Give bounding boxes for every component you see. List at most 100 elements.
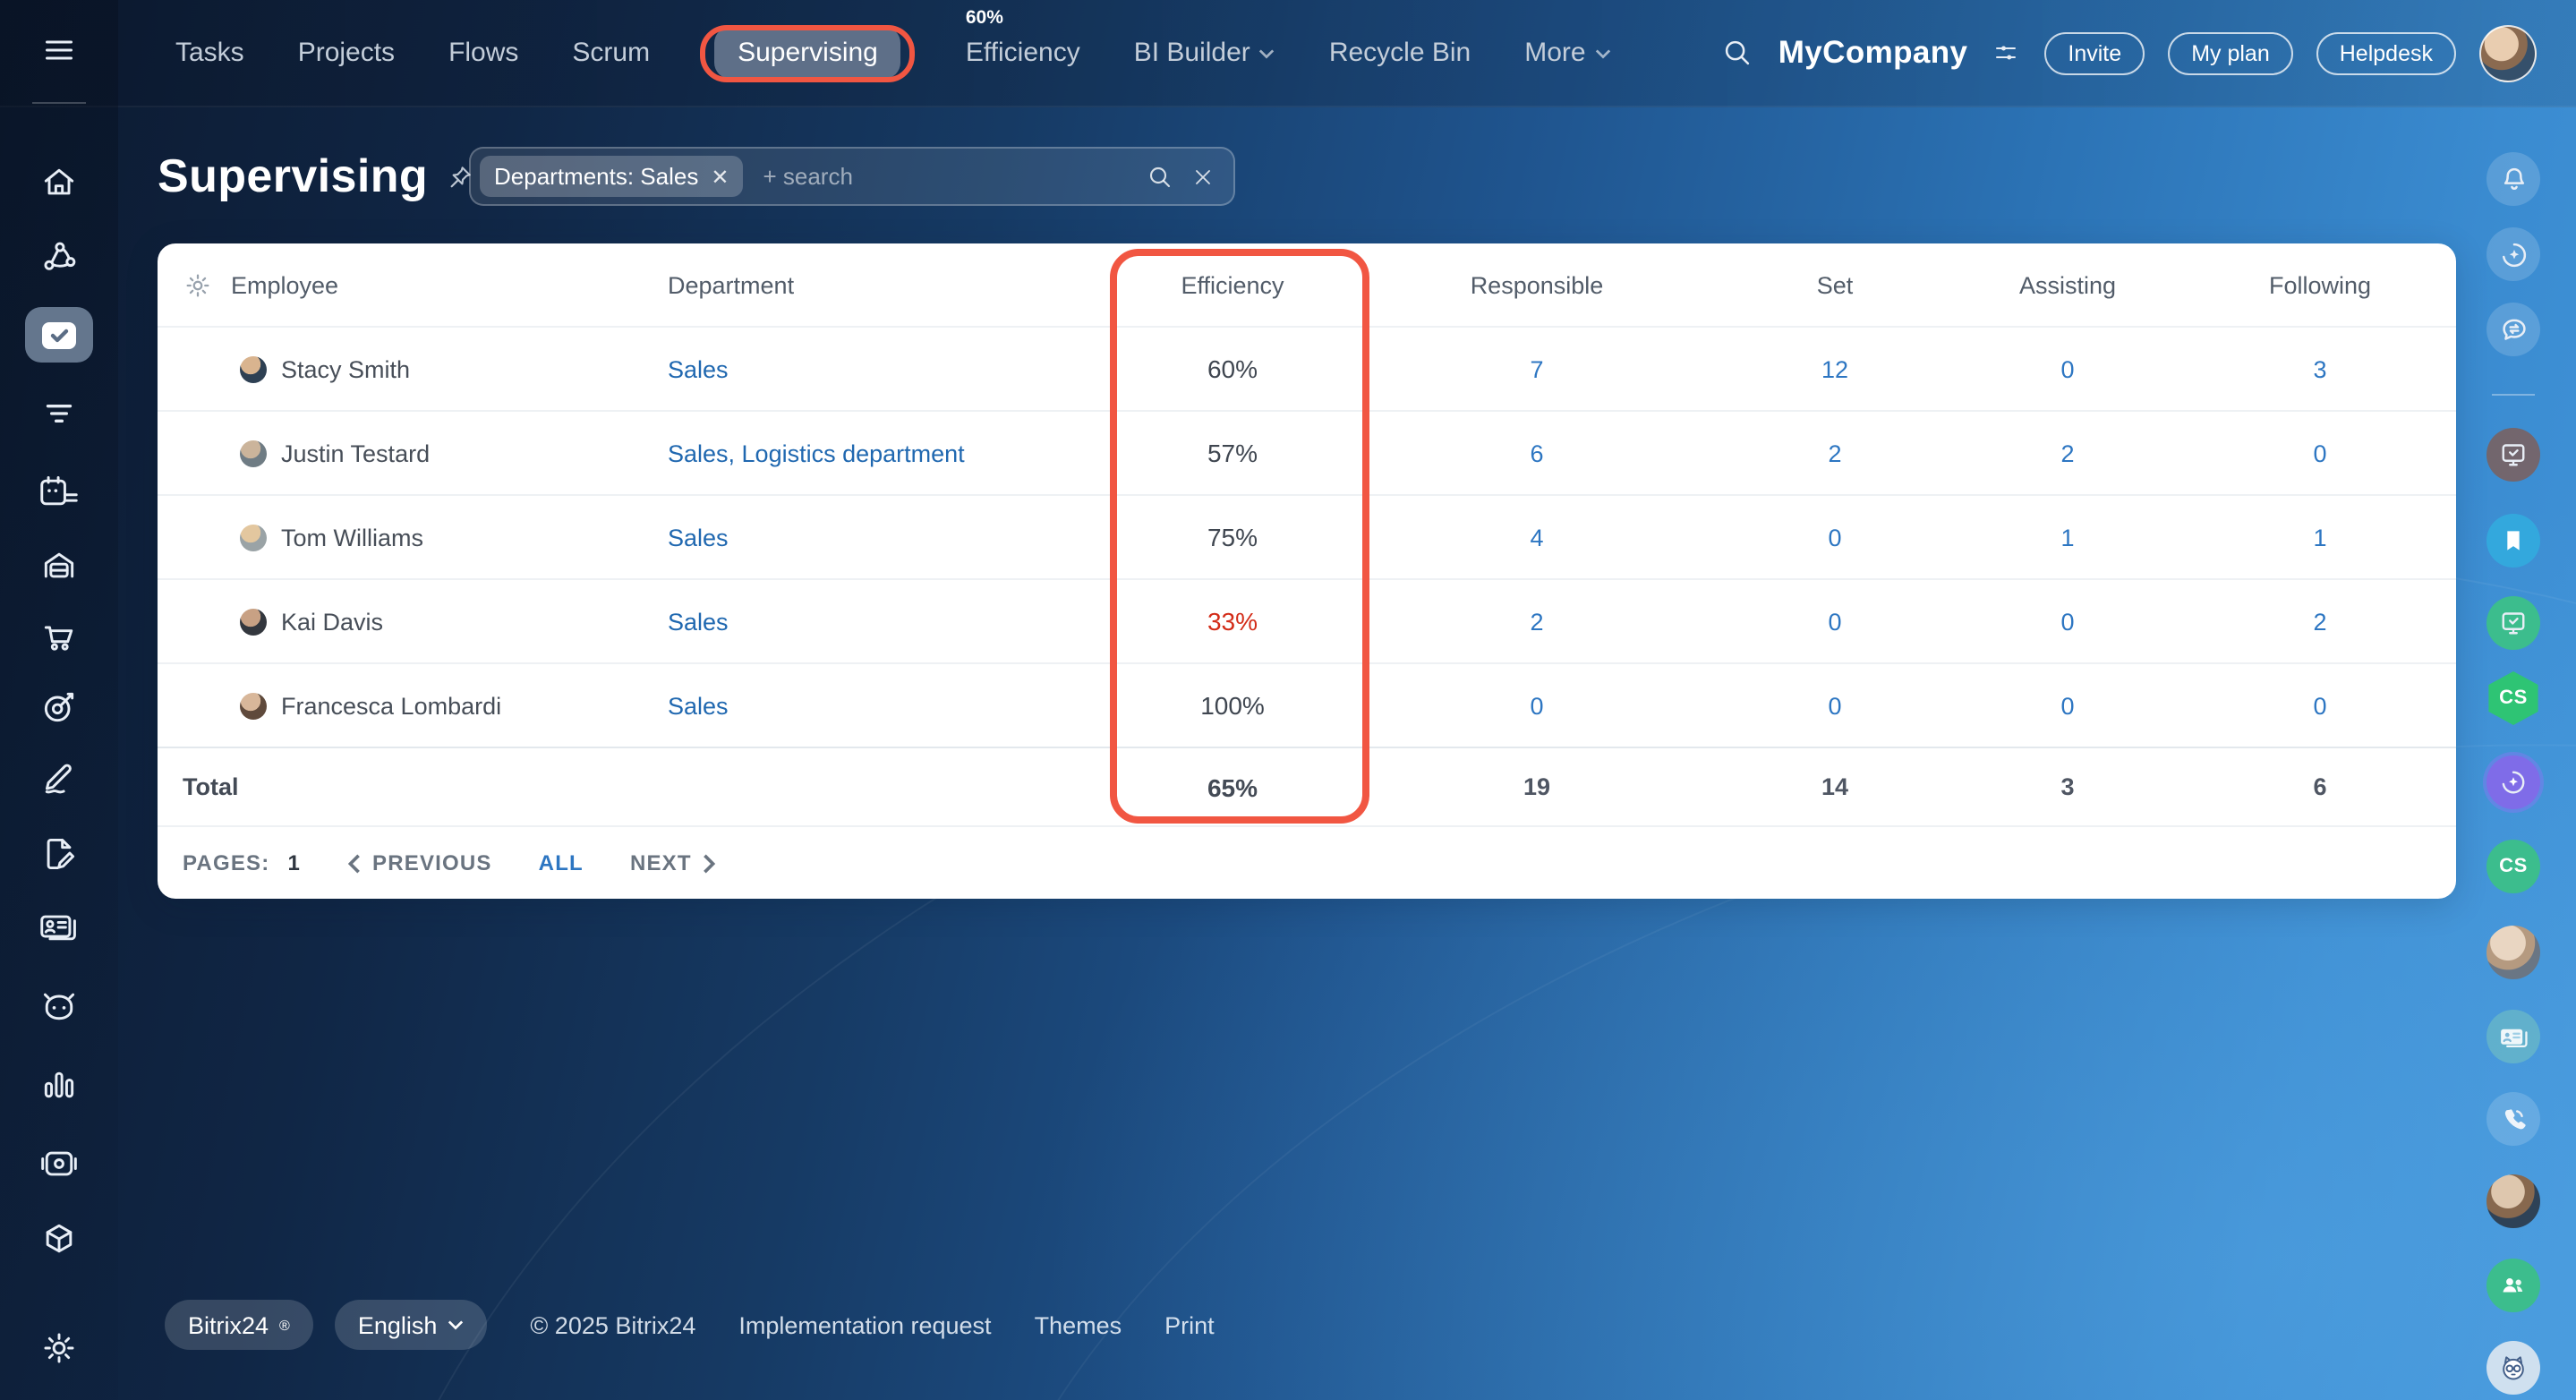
grid-settings-gear-icon[interactable] xyxy=(183,269,213,300)
set-count[interactable]: 0 xyxy=(1719,524,1951,551)
following-count[interactable]: 1 xyxy=(2184,524,2456,551)
col-assisting[interactable]: Assisting xyxy=(1951,271,2184,298)
implementation-request-link[interactable]: Implementation request xyxy=(738,1311,991,1338)
nav-efficiency[interactable]: 60% Efficiency xyxy=(966,38,1080,68)
collaboration-icon[interactable] xyxy=(39,238,79,277)
table-row[interactable]: Stacy Smith Sales 60% 7 12 0 3 xyxy=(158,326,2456,410)
search-input[interactable] xyxy=(759,161,1146,192)
ai-robot-icon[interactable] xyxy=(38,986,81,1026)
menu-icon[interactable] xyxy=(39,34,79,66)
bookmark-icon[interactable] xyxy=(2486,514,2540,568)
invite-button[interactable]: Invite xyxy=(2044,31,2145,74)
previous-button[interactable]: PREVIOUS xyxy=(347,850,492,875)
table-row[interactable]: Tom Williams Sales 75% 4 0 1 1 xyxy=(158,494,2456,578)
assisting-count[interactable]: 0 xyxy=(1951,692,2184,719)
notifications-bell-icon[interactable] xyxy=(2486,152,2540,206)
col-department[interactable]: Department xyxy=(668,271,1110,298)
filter-chip-departments-sales[interactable]: Departments: Sales ✕ xyxy=(480,156,743,197)
department-link[interactable]: Sales, Logistics department xyxy=(668,440,1110,466)
nav-more[interactable]: More xyxy=(1524,38,1610,68)
employee-name[interactable]: Tom Williams xyxy=(281,524,423,551)
search-icon[interactable] xyxy=(1721,36,1755,70)
tasks-monitor-check-green-icon[interactable] xyxy=(2486,596,2540,650)
assisting-count[interactable]: 2 xyxy=(1951,440,2184,466)
filter-sliders-icon[interactable] xyxy=(1991,39,2021,66)
nav-recycle-bin[interactable]: Recycle Bin xyxy=(1329,38,1471,68)
user-avatar[interactable] xyxy=(2479,24,2537,81)
crm-funnel-icon[interactable] xyxy=(39,396,79,431)
table-row[interactable]: Justin Testard Sales, Logistics departme… xyxy=(158,410,2456,494)
tasks-monitor-check-icon[interactable] xyxy=(2486,428,2540,482)
bi-analytics-icon[interactable] xyxy=(39,1065,79,1105)
nav-supervising[interactable]: Supervising xyxy=(714,26,901,78)
responsible-count[interactable]: 7 xyxy=(1355,355,1719,382)
calendar-schedule-icon[interactable] xyxy=(38,473,81,512)
team-people-icon[interactable] xyxy=(2486,1259,2540,1312)
set-count[interactable]: 2 xyxy=(1719,440,1951,466)
responsible-count[interactable]: 0 xyxy=(1355,692,1719,719)
next-button[interactable]: NEXT xyxy=(630,850,717,875)
nav-projects[interactable]: Projects xyxy=(298,38,395,68)
bitrix24-brand-button[interactable]: Bitrix24® xyxy=(165,1300,313,1350)
employee-name[interactable]: Stacy Smith xyxy=(281,355,410,382)
nav-tasks[interactable]: Tasks xyxy=(175,38,244,68)
language-selector[interactable]: English xyxy=(335,1300,488,1350)
department-link[interactable]: Sales xyxy=(668,608,1110,635)
assisting-count[interactable]: 0 xyxy=(1951,608,2184,635)
responsible-count[interactable]: 2 xyxy=(1355,608,1719,635)
col-employee[interactable]: Employee xyxy=(231,271,338,298)
following-count[interactable]: 2 xyxy=(2184,608,2456,635)
following-count[interactable]: 0 xyxy=(2184,692,2456,719)
all-button[interactable]: ALL xyxy=(539,850,584,875)
col-responsible[interactable]: Responsible xyxy=(1355,271,1719,298)
home-icon[interactable] xyxy=(39,163,79,202)
helpdesk-button[interactable]: Helpdesk xyxy=(2316,31,2456,74)
search-icon[interactable] xyxy=(1146,162,1174,191)
chat-user-avatar-2[interactable] xyxy=(2486,1174,2540,1228)
marketing-target-icon[interactable] xyxy=(39,687,79,727)
set-count[interactable]: 0 xyxy=(1719,692,1951,719)
my-plan-button[interactable]: My plan xyxy=(2168,31,2293,74)
col-efficiency[interactable]: Efficiency xyxy=(1110,271,1355,298)
market-package-icon[interactable] xyxy=(39,1219,79,1259)
table-row[interactable]: Francesca Lombardi Sales 100% 0 0 0 0 xyxy=(158,662,2456,747)
chat-user-avatar[interactable] xyxy=(2486,926,2540,979)
company-name[interactable]: MyCompany xyxy=(1778,34,1968,72)
set-count[interactable]: 12 xyxy=(1719,355,1951,382)
set-count[interactable]: 0 xyxy=(1719,608,1951,635)
department-link[interactable]: Sales xyxy=(668,524,1110,551)
col-following[interactable]: Following xyxy=(2184,271,2456,298)
assisting-count[interactable]: 0 xyxy=(1951,355,2184,382)
table-row[interactable]: Kai Davis Sales 33% 2 0 0 2 xyxy=(158,578,2456,662)
copilot-icon[interactable] xyxy=(2486,227,2540,281)
department-link[interactable]: Sales xyxy=(668,355,1110,382)
warehouse-icon[interactable] xyxy=(39,546,79,585)
video-hub-icon[interactable] xyxy=(38,1144,81,1183)
shopping-cart-icon[interactable] xyxy=(39,618,79,657)
document-edit-icon[interactable] xyxy=(39,834,79,874)
responsible-count[interactable]: 4 xyxy=(1355,524,1719,551)
themes-link[interactable]: Themes xyxy=(1035,1311,1122,1338)
chip-remove-icon[interactable]: ✕ xyxy=(711,164,729,189)
cs-hexagon-badge[interactable]: CS xyxy=(2486,671,2540,725)
following-count[interactable]: 3 xyxy=(2184,355,2456,382)
e-signature-icon[interactable] xyxy=(39,757,79,797)
cat-avatar[interactable] xyxy=(2486,1341,2540,1395)
contact-card-circle-icon[interactable] xyxy=(2486,1010,2540,1063)
phone-call-icon[interactable] xyxy=(2486,1092,2540,1146)
employee-name[interactable]: Kai Davis xyxy=(281,608,383,635)
nav-bi-builder[interactable]: BI Builder xyxy=(1134,38,1275,68)
nav-flows[interactable]: Flows xyxy=(448,38,518,68)
settings-gear-icon[interactable] xyxy=(39,1328,79,1368)
nav-scrum[interactable]: Scrum xyxy=(572,38,650,68)
col-set[interactable]: Set xyxy=(1719,271,1951,298)
assisting-count[interactable]: 1 xyxy=(1951,524,2184,551)
contact-card-icon[interactable] xyxy=(38,908,81,947)
responsible-count[interactable]: 6 xyxy=(1355,440,1719,466)
copilot-purple-icon[interactable] xyxy=(2486,755,2540,809)
cs-circle-badge[interactable]: CS xyxy=(2486,840,2540,893)
clear-filter-icon[interactable] xyxy=(1190,164,1215,189)
messenger-exchange-icon[interactable] xyxy=(2486,303,2540,356)
tasks-icon-active[interactable] xyxy=(25,307,93,363)
employee-name[interactable]: Justin Testard xyxy=(281,440,430,466)
